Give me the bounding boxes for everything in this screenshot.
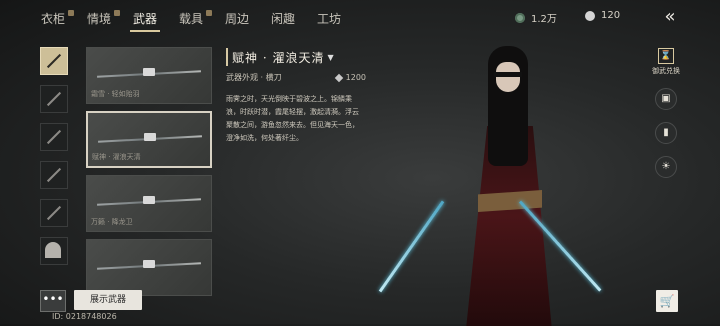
weapon-skin-card[interactable] [86,239,212,296]
weapon-skin-card[interactable]: 霜雪 · 轻如贻羽 [86,47,212,104]
weapon-type-thumb[interactable] [40,47,68,75]
weapon-category: 武器外观 · 横刀 [226,73,282,82]
player-id: ID: 0218748026 [52,312,117,321]
tab-mounts[interactable]: 载具 [168,6,214,32]
hilt-image [143,260,155,268]
tab-merch[interactable]: 周边 [214,6,260,32]
back-button[interactable]: « [656,6,684,28]
hilt-image [144,133,156,141]
weapon-meta: 武器外观 · 横刀 1200 [226,72,366,83]
wardrobe-button[interactable]: ▣ [655,88,677,110]
tab-leisure[interactable]: 闲趣 [260,6,306,32]
silver-coin-icon [585,10,595,21]
hilt-image [143,196,155,204]
tab-label: 武器 [132,12,157,26]
sun-icon: ☀ [661,161,671,172]
tab-label: 载具 [178,12,203,26]
tab-label: 工坊 [316,12,341,26]
jade-amount: 1.2万 [531,14,557,25]
price-value: 1200 [345,73,366,82]
more-button[interactable]: ••• [40,290,66,312]
title-dropdown[interactable]: 赋神 · 濯浪天清 ▼ [226,48,366,66]
more-dots-icon: ••• [42,292,64,306]
character-model[interactable] [378,40,610,326]
new-badge [206,10,212,16]
stats-button[interactable]: ▮ [655,122,677,144]
jade-currency[interactable]: 1.2万 [515,10,557,25]
new-badge [68,10,74,16]
back-arrow-icon: « [664,6,676,27]
weapon-skin-card[interactable]: 万籁 · 降龙卫 [86,175,212,232]
cart-button[interactable]: 🛒 [656,290,678,312]
exchange-label[interactable]: 御武兑换 [652,66,680,76]
tab-weapons[interactable]: 武器 [122,6,168,32]
tab-workshop[interactable]: 工坊 [306,6,352,32]
weapon-description: 雨霁之时，天光倒映于碧波之上。锦鳞乘浪，时跃时潜，霞尾轻摆，激起清漪。浮云聚散之… [226,95,359,142]
tab-label: 周边 [224,12,249,26]
weapon-type-thumb[interactable] [40,123,68,151]
weapon-skin-card-selected[interactable]: 赋神 · 濯浪天清 [86,111,212,168]
side-toolbar: ⌛ 御武兑换 ▣ ▮ ☀ [646,48,686,178]
tab-wardrobe[interactable]: 衣柜 [30,6,76,32]
exchange-icon[interactable]: ⌛ [658,48,674,64]
weapon-skin-list: 霜雪 · 轻如贻羽 赋神 · 濯浪天清 万籁 · 降龙卫 [86,47,212,303]
jade-coin-icon [515,12,525,23]
weapon-type-thumb[interactable] [40,199,68,227]
caret-down-icon: ▼ [327,52,334,62]
show-weapon-button[interactable]: 展示武器 [74,290,142,310]
cabinet-icon: ▣ [661,93,671,104]
diamond-currency-icon [334,73,343,82]
price: 1200 [334,73,366,82]
card-name: 霜雪 · 轻如贻羽 [91,90,140,98]
card-name: 赋神 · 濯浪天清 [92,153,141,161]
bar-chart-icon: ▮ [663,127,669,138]
cart-icon: 🛒 [659,294,675,308]
card-name: 万籁 · 降龙卫 [91,218,133,226]
tab-scenario[interactable]: 情境 [76,6,122,32]
silver-currency[interactable]: 120 [585,10,620,21]
tab-label: 情境 [86,12,111,26]
lighting-button[interactable]: ☀ [655,156,677,178]
weapon-detail-panel: 赋神 · 濯浪天清 ▼ 武器外观 · 横刀 1200 雨霁之时，天光倒映于碧波之… [226,48,366,145]
left-sword-image [378,200,445,293]
face-image [496,62,520,92]
hilt-image [143,68,155,76]
weapon-type-thumb[interactable] [40,161,68,189]
weapon-type-thumb[interactable] [40,85,68,113]
top-nav: 衣柜 情境 武器 载具 周边 闲趣 工坊 [30,6,352,32]
tab-label: 闲趣 [270,12,295,26]
blindfold-image [494,72,522,77]
fan-weapon-thumb[interactable] [40,237,68,265]
new-badge [114,10,120,16]
weapon-title: 赋神 · 濯浪天清 [232,50,325,65]
tab-label: 衣柜 [40,12,65,26]
silver-amount: 120 [601,10,621,21]
weapon-type-list [40,47,68,275]
